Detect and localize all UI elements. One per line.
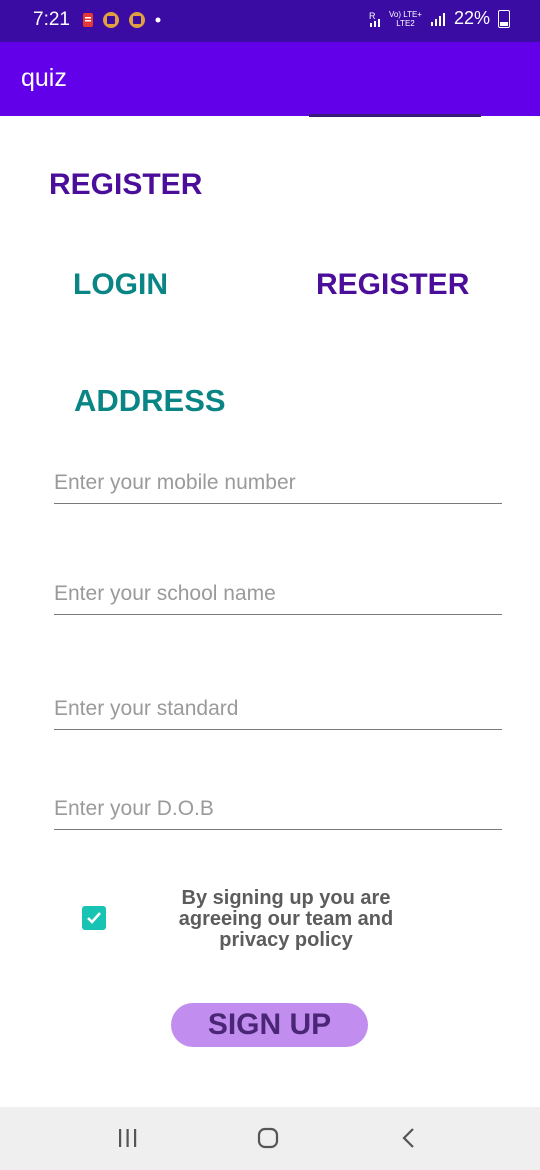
section-title: ADDRESS [74,383,226,418]
status-time: 7:21 [33,9,70,30]
dob-field[interactable] [54,789,502,830]
network-bottom-label: LTE2 [396,18,415,28]
mobile-number-field[interactable] [54,463,502,504]
signal-strength-icon [430,12,445,26]
home-icon[interactable] [257,1127,279,1149]
status-right: R Vo) LTE+ LTE2 22% [369,8,510,29]
school-name-field[interactable] [54,574,502,615]
notification-icons [82,11,162,29]
battery-icon [498,9,510,28]
sign-up-button[interactable]: SIGN UP [171,1003,368,1047]
status-bar: 7:21 R Vo) LTE+ LTE2 22% [0,0,540,42]
app-bar: quiz [0,42,540,116]
signal-r-icon: R [369,11,380,27]
svg-text:R: R [369,11,376,21]
tab-login[interactable]: LOGIN [73,268,168,302]
checkmark-icon [87,912,101,924]
system-nav-bar [0,1107,540,1170]
tab-indicator [309,114,481,117]
agree-checkbox[interactable] [82,906,106,930]
page-heading: REGISTER [49,168,203,201]
back-icon[interactable] [399,1127,419,1149]
app-title: quiz [21,64,67,92]
terms-text: By signing up you are agreeing our team … [178,887,394,951]
tab-register[interactable]: REGISTER [316,268,469,302]
battery-percent: 22% [453,8,490,28]
network-top-label: Vo) LTE+ [388,9,422,19]
more-notifications-dot-icon [155,17,161,23]
recent-apps-icon[interactable] [117,1127,139,1149]
message-notification-icon [83,13,93,27]
network-indicator: Vo) LTE+ LTE2 [389,10,422,28]
app-notification-icon-2 [129,12,145,28]
app-notification-icon [103,12,119,28]
standard-field[interactable] [54,689,502,730]
